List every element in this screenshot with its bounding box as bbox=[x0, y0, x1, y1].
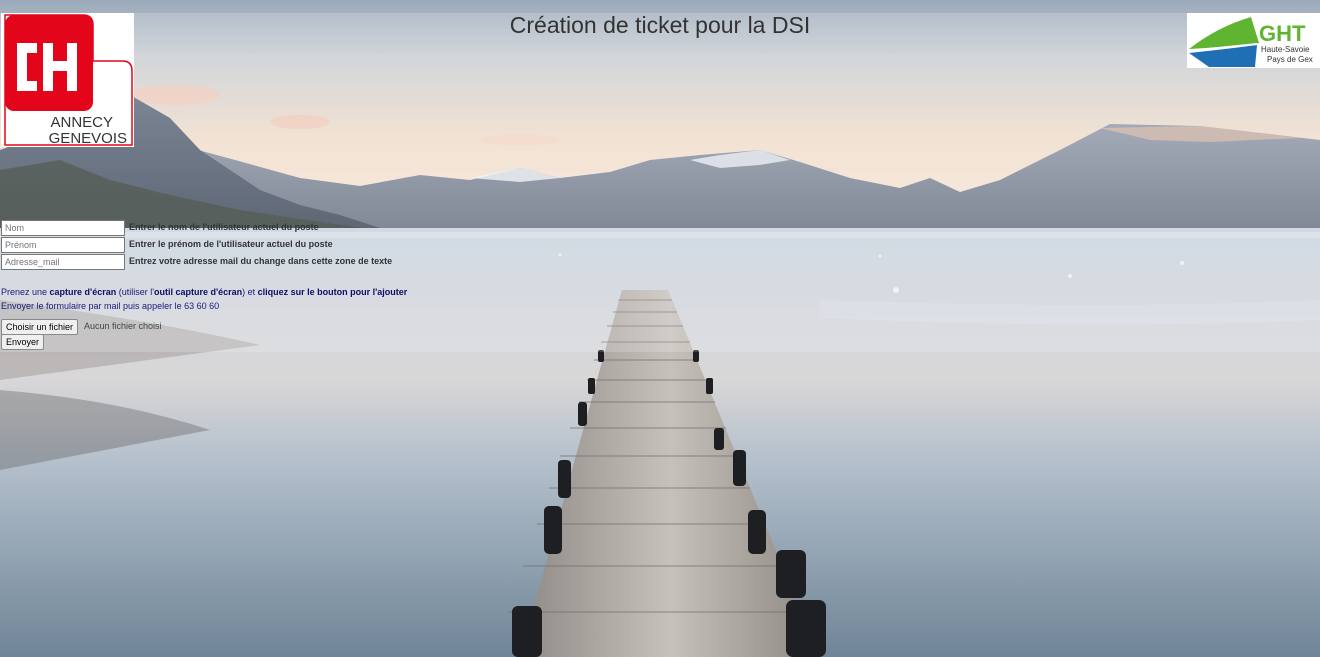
instr1-part2: capture d'écran bbox=[49, 287, 117, 297]
instruction-screenshot: Prenez une capture d'écran (utiliser l'o… bbox=[1, 287, 407, 297]
instr1-part5: ) et bbox=[242, 287, 258, 297]
instruction-send: Envoyer le formulaire par mail puis appe… bbox=[1, 301, 220, 311]
nom-input[interactable]: Nom bbox=[1, 220, 125, 236]
ch-logo-graphic: ANNECY GENEVOIS bbox=[1, 13, 134, 147]
prenom-placeholder: Prénom bbox=[5, 240, 37, 250]
ch-logo-line1: ANNECY bbox=[50, 114, 113, 131]
mail-placeholder: Adresse_mail bbox=[5, 257, 60, 267]
instr1-part1: Prenez une bbox=[1, 287, 50, 297]
instr1-part4: outil capture d'écran bbox=[153, 287, 243, 297]
prenom-input[interactable]: Prénom bbox=[1, 237, 125, 253]
ght-logo-line2: Pays de Gex bbox=[1267, 55, 1313, 64]
prenom-hint: Entrer le prénom de l'utilisateur actuel… bbox=[129, 239, 333, 249]
file-status: Aucun fichier choisi bbox=[84, 321, 162, 331]
instr1-part3: (utiliser l' bbox=[116, 287, 154, 297]
ght-logo-graphic: GHT Haute-Savoie Pays de Gex bbox=[1187, 13, 1320, 68]
ght-logo-line1: Haute-Savoie bbox=[1261, 45, 1310, 54]
ght-logo: GHT Haute-Savoie Pays de Gex bbox=[1187, 13, 1320, 68]
nom-hint: Entrer le nom de l'utilisateur actuel du… bbox=[129, 222, 319, 232]
page-title: Création de ticket pour la DSI bbox=[509, 12, 811, 38]
mail-hint: Entrez votre adresse mail du change dans… bbox=[129, 256, 393, 266]
choose-file-button[interactable]: Choisir un fichier bbox=[1, 319, 79, 335]
ch-annecy-genevois-logo: ANNECY GENEVOIS bbox=[1, 13, 134, 147]
submit-button[interactable]: Envoyer bbox=[1, 334, 45, 350]
ch-logo-line2: GENEVOIS bbox=[49, 130, 127, 147]
ght-logo-letters: GHT bbox=[1259, 21, 1306, 46]
nom-placeholder: Nom bbox=[5, 223, 25, 233]
mail-input[interactable]: Adresse_mail bbox=[1, 254, 125, 270]
instr1-part6: cliquez sur le bouton pour l'ajouter bbox=[257, 287, 408, 297]
